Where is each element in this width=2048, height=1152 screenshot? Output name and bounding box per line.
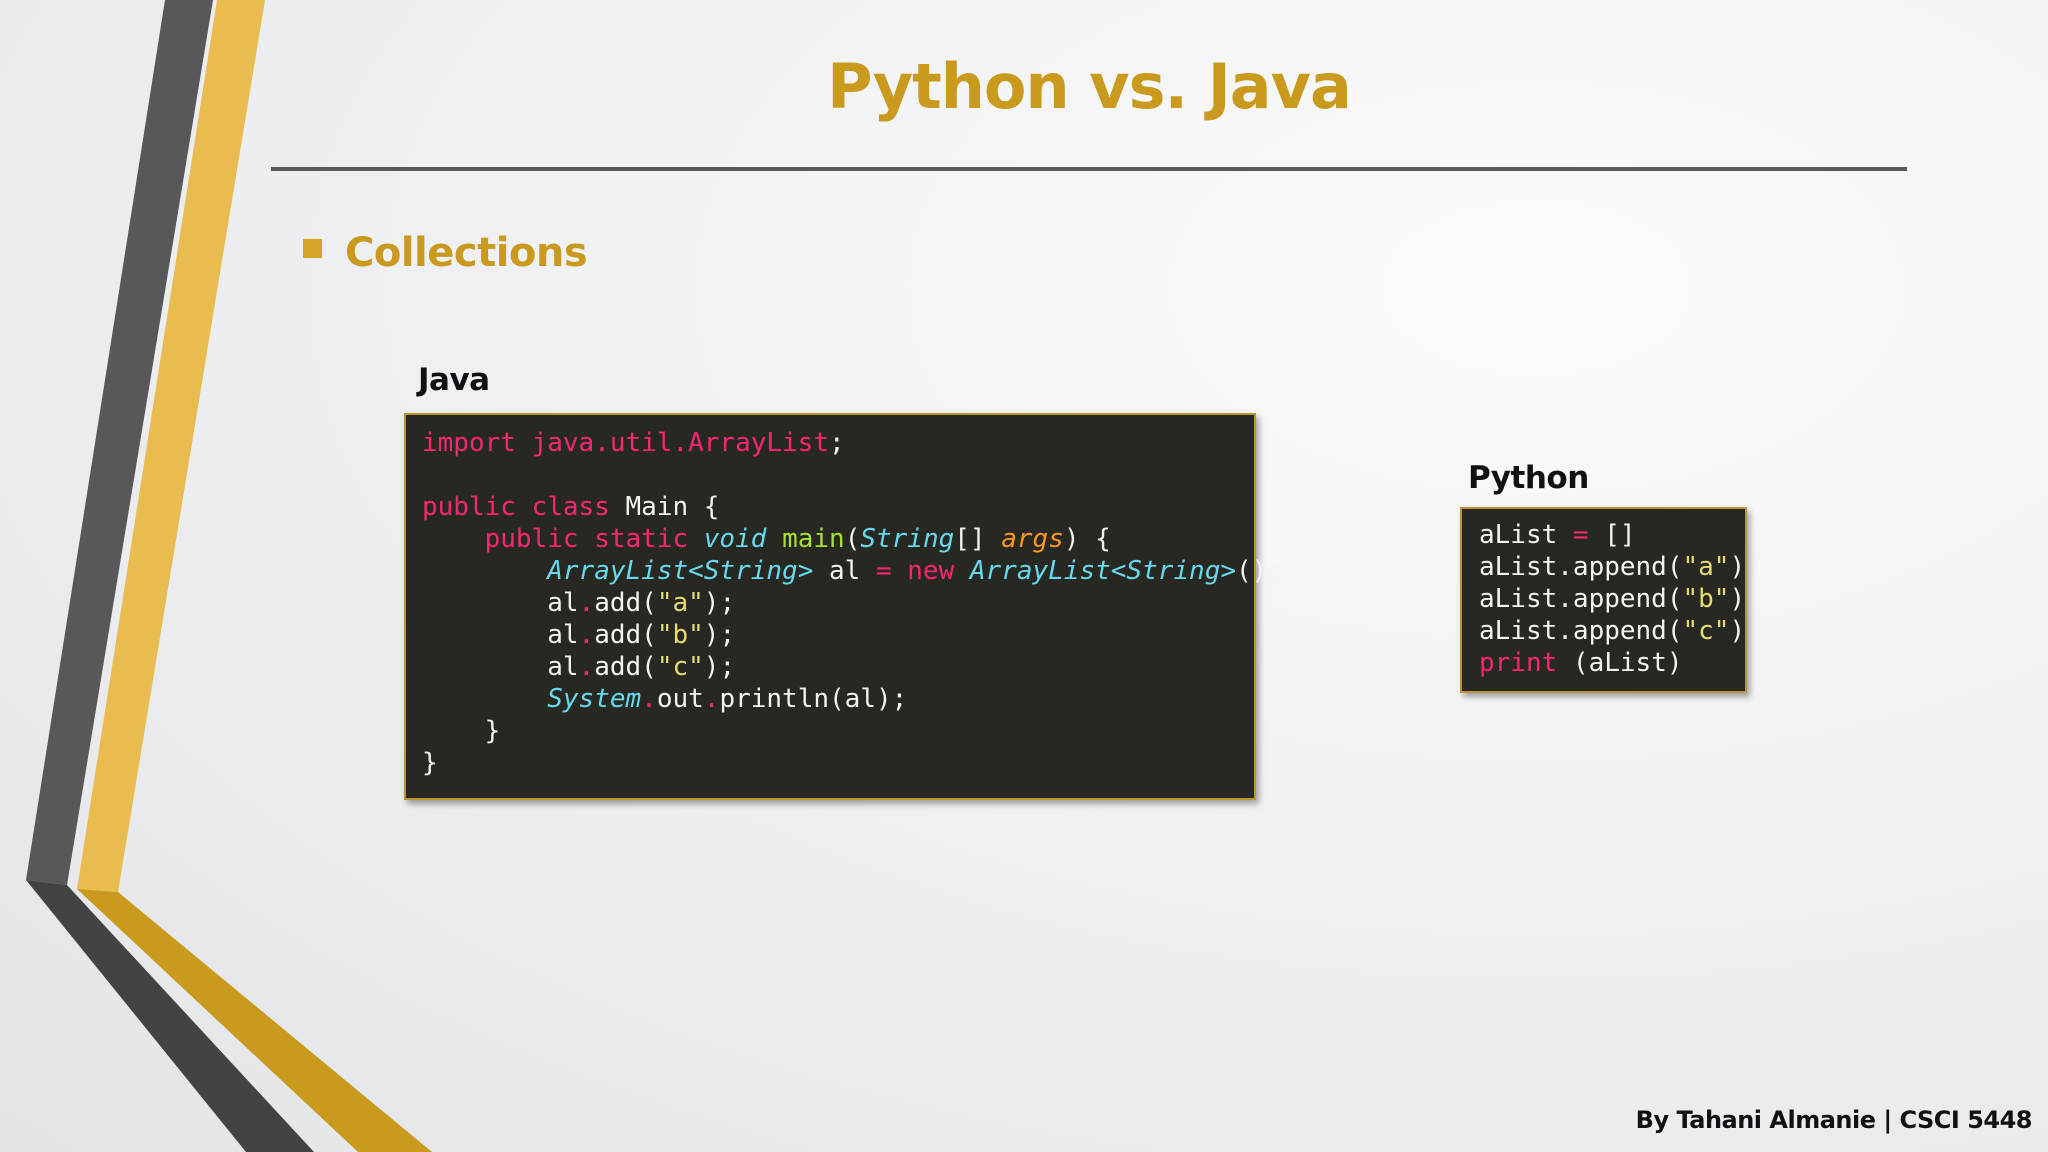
code-token: aList.append( (1479, 584, 1683, 614)
java-code-line: public static void main(String[] args) { (422, 523, 1254, 555)
java-code-line: al.add("a"); (422, 587, 1254, 619)
code-token: print (1479, 648, 1558, 678)
code-token: al (813, 556, 876, 586)
code-token: public class (422, 492, 626, 522)
code-token: aList.append( (1479, 616, 1683, 646)
slide-title: Python vs. Java (827, 50, 1352, 123)
bullet-collections: Collections (345, 230, 588, 276)
code-token: ( (844, 524, 861, 554)
code-token: ); (703, 620, 736, 650)
java-code-line: ArrayList<String> al = new ArrayList<Str… (422, 555, 1283, 587)
python-code-line: aList.append("a") (1479, 551, 1745, 583)
java-code-line: import java.util.ArrayList; (422, 427, 1254, 459)
java-code-line: al.add("c"); (422, 651, 1254, 683)
java-code-line (422, 459, 1254, 491)
java-code-line: public class Main { (422, 491, 1254, 523)
code-token: println(al); (719, 684, 908, 714)
code-token: ) (1729, 584, 1746, 614)
code-token: . (578, 620, 595, 650)
code-token: al (422, 588, 579, 618)
code-token: add( (594, 652, 657, 682)
java-label: Java (418, 362, 490, 398)
footer-credit: By Tahani Almanie | CSCI 5448 (1635, 1106, 2033, 1134)
code-token: "a" (1682, 552, 1730, 582)
code-token: al (422, 652, 579, 682)
code-token: ArrayList<String> (547, 556, 814, 586)
code-token: ) (1729, 552, 1746, 582)
code-token: ) (1729, 616, 1746, 646)
code-token: Main { (625, 492, 720, 522)
java-code-block: import java.util.ArrayList; public class … (404, 413, 1283, 800)
code-token: ArrayList<String> (969, 556, 1236, 586)
code-token: (); (1236, 556, 1283, 586)
code-token: (aList) (1557, 648, 1683, 678)
code-token: . (578, 588, 595, 618)
code-token: ; (829, 428, 845, 458)
code-token: main (782, 524, 845, 554)
python-code-line: print (aList) (1479, 647, 1745, 679)
code-token: ) { (1063, 524, 1111, 554)
code-token: ); (703, 588, 736, 618)
code-token: . (703, 684, 720, 714)
code-token: = (1572, 520, 1589, 550)
java-code-line: } (422, 747, 1254, 779)
code-token: } (422, 748, 438, 778)
code-token: import java.util.ArrayList (422, 428, 829, 458)
title-divider (271, 167, 1907, 171)
code-token: String (860, 524, 955, 554)
code-token: out (656, 684, 704, 714)
code-token: . (641, 684, 657, 714)
code-token: } (422, 716, 501, 746)
bullet-marker (303, 239, 322, 258)
code-token: public static (484, 524, 704, 554)
code-token: ); (703, 652, 736, 682)
code-token: "c" (1682, 616, 1730, 646)
python-code-line: aList.append("c") (1479, 615, 1745, 647)
python-code-block: aList = [] aList.append("a") aList.append(… (1460, 507, 1747, 693)
code-token: "b" (656, 620, 704, 650)
gray-stripe-lower (26, 880, 314, 1152)
code-token: [] (954, 524, 1002, 554)
python-code-line: aList.append("b") (1479, 583, 1745, 615)
code-token: void (703, 524, 783, 554)
code-token: "c" (656, 652, 704, 682)
code-token: add( (594, 588, 657, 618)
python-code-line: aList = [] (1479, 519, 1745, 551)
java-code-line: System.out.println(al); (422, 683, 1254, 715)
code-token: = new (875, 556, 970, 586)
java-code-line: al.add("b"); (422, 619, 1254, 651)
code-token: "b" (1682, 584, 1730, 614)
code-token: aList (1479, 520, 1573, 550)
code-token: "a" (656, 588, 704, 618)
python-label: Python (1468, 460, 1589, 496)
java-code-line: } (422, 715, 1254, 747)
code-token: args (1001, 524, 1064, 554)
code-token: add( (594, 620, 657, 650)
code-token: aList.append( (1479, 552, 1683, 582)
code-token: . (578, 652, 595, 682)
code-token: System (547, 684, 642, 714)
code-token: al (422, 620, 579, 650)
code-token: [] (1588, 520, 1636, 550)
